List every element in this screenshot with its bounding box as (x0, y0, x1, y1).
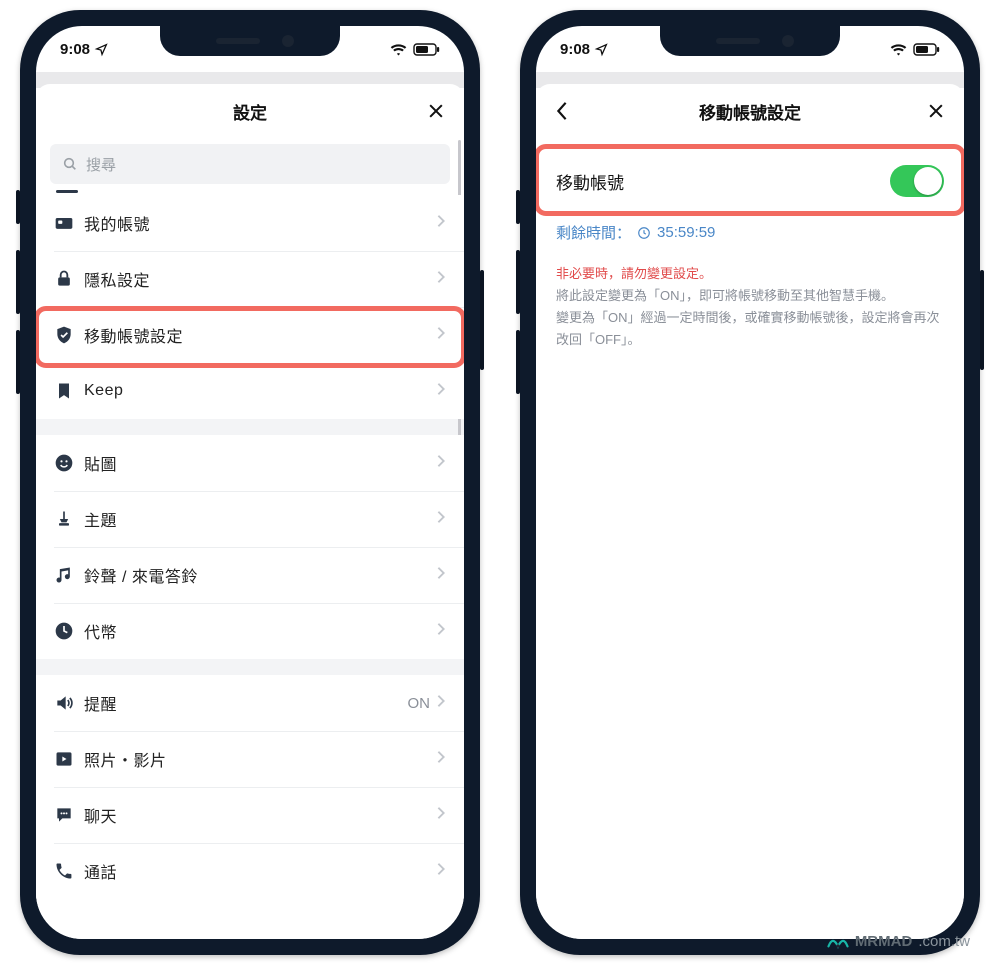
row-privacy[interactable]: 隱私設定 (36, 251, 464, 307)
row-media[interactable]: 照片・影片 (36, 731, 464, 787)
row-label: 照片・影片 (84, 747, 436, 771)
note-text: 非必要時，請勿變更設定。 將此設定變更為「ON」，即可將帳號移動至其他智慧手機。… (536, 253, 964, 361)
warning-text: 非必要時，請勿變更設定。 (556, 263, 944, 285)
remaining-time: 剩餘時間： 35:59:59 (536, 212, 964, 253)
chevron-right-icon (436, 326, 446, 345)
wifi-icon (890, 43, 907, 56)
notch (160, 26, 340, 56)
bookmark-icon (54, 381, 84, 401)
toggle-row: 移動帳號 (536, 150, 964, 212)
close-button[interactable] (924, 99, 948, 123)
chevron-right-icon (436, 382, 446, 401)
battery-icon (913, 43, 940, 56)
chevron-right-icon (436, 862, 446, 881)
row-transfer-account[interactable]: 移動帳號設定 (36, 307, 464, 363)
chevron-right-icon (436, 510, 446, 529)
page-header: 移動帳號設定 (536, 84, 964, 138)
clock-icon (54, 621, 84, 641)
transfer-toggle[interactable] (890, 165, 944, 197)
location-icon (595, 43, 608, 56)
watermark: MRMAD .com.tw (827, 933, 970, 950)
play-icon (54, 749, 84, 769)
row-label: 代幣 (84, 619, 436, 643)
row-label: 聊天 (84, 803, 436, 827)
page-title: 設定 (233, 99, 267, 124)
row-themes[interactable]: 主題 (36, 491, 464, 547)
row-label: 移動帳號設定 (84, 323, 436, 347)
battery-icon (413, 43, 440, 56)
row-call[interactable]: 通話 (36, 843, 464, 899)
note-line: 變更為「ON」經過一定時間後，或確實移動帳號後，設定將會再次改回「OFF」。 (556, 307, 944, 351)
location-icon (95, 43, 108, 56)
lock-icon (54, 269, 84, 289)
phone-left: 9:08 設定 (20, 10, 480, 955)
search-input[interactable]: 搜尋 (50, 144, 450, 184)
smile-icon (54, 453, 84, 473)
row-label: 主題 (84, 507, 436, 531)
settings-list[interactable]: 搜尋 我的帳號 隱私設定 (36, 138, 464, 939)
row-stickers[interactable]: 貼圖 (36, 435, 464, 491)
id-card-icon (54, 213, 84, 233)
watermark-domain: .com.tw (918, 933, 970, 950)
row-label: 鈴聲 / 來電答鈴 (84, 563, 436, 587)
row-label: 我的帳號 (84, 211, 436, 235)
page-header: 設定 (36, 84, 464, 138)
music-note-icon (54, 565, 84, 585)
chat-icon (54, 805, 84, 825)
row-label: 貼圖 (84, 451, 436, 475)
chevron-right-icon (436, 270, 446, 289)
chevron-right-icon (436, 622, 446, 641)
note-line: 將此設定變更為「ON」，即可將帳號移動至其他智慧手機。 (556, 285, 944, 307)
status-time: 9:08 (560, 41, 590, 58)
speaker-icon (54, 693, 84, 713)
wifi-icon (390, 43, 407, 56)
row-account[interactable]: 我的帳號 (36, 195, 464, 251)
phone-icon (54, 861, 84, 881)
search-icon (62, 156, 78, 172)
watermark-brand: MRMAD (855, 933, 913, 950)
notch (660, 26, 840, 56)
section-divider (36, 419, 464, 435)
row-label: 通話 (84, 859, 436, 883)
back-button[interactable] (548, 97, 576, 125)
search-placeholder: 搜尋 (86, 154, 116, 175)
chevron-right-icon (436, 806, 446, 825)
close-button[interactable] (424, 99, 448, 123)
page-title: 移動帳號設定 (699, 99, 801, 124)
row-ringtone[interactable]: 鈴聲 / 來電答鈴 (36, 547, 464, 603)
row-notify[interactable]: 提醒 ON (36, 675, 464, 731)
chevron-right-icon (436, 750, 446, 769)
profile-handle (56, 190, 78, 193)
row-label: 提醒 (84, 691, 408, 715)
time-value: 35:59:59 (657, 224, 715, 241)
status-time: 9:08 (60, 41, 90, 58)
toggle-label: 移動帳號 (556, 169, 624, 194)
clock-icon (637, 226, 651, 240)
phone-right: 9:08 移動帳號設定 (520, 10, 980, 955)
chevron-right-icon (436, 566, 446, 585)
row-coins[interactable]: 代幣 (36, 603, 464, 659)
chevron-right-icon (436, 214, 446, 233)
row-label: Keep (84, 382, 436, 400)
row-chat[interactable]: 聊天 (36, 787, 464, 843)
row-value: ON (408, 695, 431, 712)
chevron-right-icon (436, 694, 446, 713)
row-keep[interactable]: Keep (36, 363, 464, 419)
time-label: 剩餘時間： (556, 222, 631, 243)
chevron-right-icon (436, 454, 446, 473)
logo-icon (827, 934, 849, 950)
brush-icon (54, 509, 84, 529)
transfer-settings: 移動帳號 剩餘時間： 35:59:59 非必要時，請勿變更設定。 將此設定變更為… (536, 138, 964, 939)
section-divider (36, 659, 464, 675)
shield-check-icon (54, 325, 84, 345)
row-label: 隱私設定 (84, 267, 436, 291)
